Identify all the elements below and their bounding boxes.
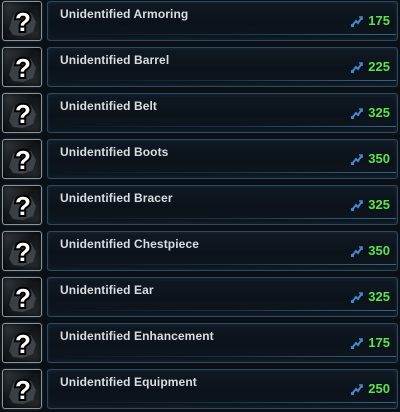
item-cost: 325 <box>368 289 390 304</box>
question-mark-armoring-icon: ?? <box>2 1 42 41</box>
item-name: Unidentified Bracer <box>60 191 173 205</box>
commendation-icon <box>350 290 364 304</box>
item-panel[interactable]: Unidentified Ear 325 <box>47 277 398 317</box>
svg-text:?: ? <box>15 53 31 83</box>
svg-text:?: ? <box>15 99 31 129</box>
svg-text:?: ? <box>15 7 31 37</box>
panel-divider <box>58 402 396 403</box>
item-cost: 225 <box>368 59 390 74</box>
item-panel[interactable]: Unidentified Belt 325 <box>47 93 398 133</box>
commendation-icon <box>350 336 364 350</box>
panel-divider <box>58 126 396 127</box>
svg-text:?: ? <box>15 237 31 267</box>
question-mark-boots-icon: ?? <box>2 139 42 179</box>
panel-divider <box>58 356 396 357</box>
commendation-icon <box>350 60 364 74</box>
item-panel[interactable]: Unidentified Boots 350 <box>47 139 398 179</box>
vendor-item-row[interactable]: ?? Unidentified Chestpiece 350 <box>0 230 400 274</box>
vendor-item-row[interactable]: ?? Unidentified Armoring 175 <box>0 0 400 44</box>
item-name: Unidentified Equipment <box>60 375 197 389</box>
vendor-item-row[interactable]: ?? Unidentified Equipment 250 <box>0 368 400 412</box>
vendor-item-row[interactable]: ?? Unidentified Bracer 325 <box>0 184 400 228</box>
item-panel[interactable]: Unidentified Barrel 225 <box>47 47 398 87</box>
panel-divider <box>58 80 396 81</box>
item-cost: 350 <box>368 243 390 258</box>
item-name: Unidentified Boots <box>60 145 169 159</box>
item-cost: 175 <box>368 13 390 28</box>
item-cost: 325 <box>368 105 390 120</box>
item-panel[interactable]: Unidentified Equipment 250 <box>47 369 398 409</box>
question-mark-equipment-icon: ?? <box>2 369 42 409</box>
question-mark-enhancement-icon: ?? <box>2 323 42 363</box>
commendation-icon <box>350 14 364 28</box>
question-mark-chestpiece-icon: ?? <box>2 231 42 271</box>
item-name: Unidentified Chestpiece <box>60 237 199 251</box>
item-name: Unidentified Armoring <box>60 7 189 21</box>
panel-divider <box>58 264 396 265</box>
item-panel[interactable]: Unidentified Chestpiece 350 <box>47 231 398 271</box>
vendor-item-row[interactable]: ?? Unidentified Enhancement 175 <box>0 322 400 366</box>
panel-divider <box>58 34 396 35</box>
question-mark-bracer-icon: ?? <box>2 185 42 225</box>
panel-divider <box>58 310 396 311</box>
svg-text:?: ? <box>15 375 31 405</box>
svg-text:?: ? <box>15 329 31 359</box>
item-panel[interactable]: Unidentified Bracer 325 <box>47 185 398 225</box>
question-mark-barrel-icon: ?? <box>2 47 42 87</box>
commendation-icon <box>350 152 364 166</box>
item-cost: 175 <box>368 335 390 350</box>
item-name: Unidentified Belt <box>60 99 158 113</box>
item-panel[interactable]: Unidentified Armoring 175 <box>47 1 398 41</box>
commendation-icon <box>350 106 364 120</box>
svg-text:?: ? <box>15 145 31 175</box>
svg-text:?: ? <box>15 283 31 313</box>
item-cost: 325 <box>368 197 390 212</box>
commendation-icon <box>350 382 364 396</box>
svg-text:?: ? <box>15 191 31 221</box>
panel-divider <box>58 172 396 173</box>
panel-divider <box>58 218 396 219</box>
item-name: Unidentified Enhancement <box>60 329 214 343</box>
vendor-item-row[interactable]: ?? Unidentified Boots 350 <box>0 138 400 182</box>
commendation-icon <box>350 198 364 212</box>
vendor-item-list: ?? Unidentified Armoring 175 ?? Unidenti… <box>0 0 400 412</box>
vendor-item-row[interactable]: ?? Unidentified Barrel 225 <box>0 46 400 90</box>
item-cost: 250 <box>368 381 390 396</box>
vendor-item-row[interactable]: ?? Unidentified Ear 325 <box>0 276 400 320</box>
commendation-icon <box>350 244 364 258</box>
vendor-item-row[interactable]: ?? Unidentified Belt 325 <box>0 92 400 136</box>
question-mark-ear-icon: ?? <box>2 277 42 317</box>
item-cost: 350 <box>368 151 390 166</box>
item-panel[interactable]: Unidentified Enhancement 175 <box>47 323 398 363</box>
question-mark-belt-icon: ?? <box>2 93 42 133</box>
item-name: Unidentified Ear <box>60 283 154 297</box>
item-name: Unidentified Barrel <box>60 53 170 67</box>
